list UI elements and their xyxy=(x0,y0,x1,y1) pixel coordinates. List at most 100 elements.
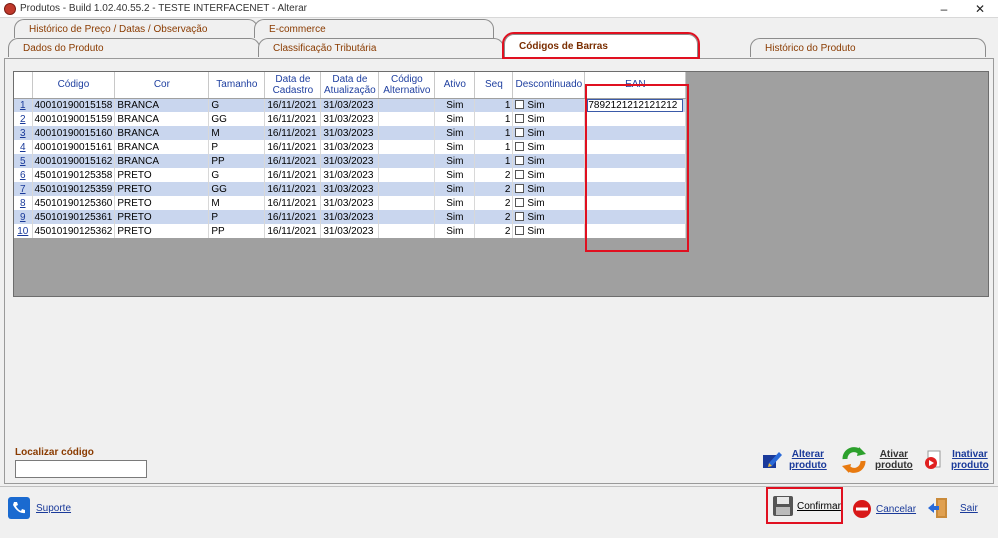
grid-cell-data-atualizacao[interactable]: 31/03/2023 xyxy=(320,168,380,182)
table-row[interactable]: 1 40010190015158 BRANCA G 16/11/2021 31/03/20… xyxy=(14,98,687,112)
grid-cell-data-cadastro[interactable]: 16/11/2021 xyxy=(264,126,322,140)
grid-cell-codigo-alternativo[interactable] xyxy=(378,224,436,238)
grid-cell-codigo-alternativo[interactable] xyxy=(378,210,436,224)
descontinuado-checkbox[interactable] xyxy=(515,127,525,137)
tab-codigos-barras[interactable]: Códigos de Barras xyxy=(502,32,700,59)
descontinuado-checkbox[interactable] xyxy=(515,211,525,221)
grid-cell-data-atualizacao[interactable]: 31/03/2023 xyxy=(320,98,380,112)
grid-cell-ean[interactable] xyxy=(584,126,687,140)
grid-cell-data-atualizacao[interactable]: 31/03/2023 xyxy=(320,154,380,168)
grid-cell-cor[interactable]: PRETO xyxy=(114,182,210,196)
grid-cell-descontinuado[interactable]: Sim xyxy=(512,154,586,168)
grid-cell-ativo[interactable]: Sim xyxy=(434,196,476,210)
grid-cell-codigo-alternativo[interactable] xyxy=(378,112,436,126)
grid-cell-rownum[interactable]: 3 xyxy=(14,126,33,140)
grid-cell-ativo[interactable]: Sim xyxy=(434,140,476,154)
grid-cell-data-cadastro[interactable]: 16/11/2021 xyxy=(264,196,322,210)
grid-cell-ean[interactable] xyxy=(584,140,687,154)
grid-cell-data-atualizacao[interactable]: 31/03/2023 xyxy=(320,112,380,126)
grid-cell-ativo[interactable]: Sim xyxy=(434,98,476,112)
close-button[interactable]: ✕ xyxy=(962,0,998,18)
grid-cell-rownum[interactable]: 10 xyxy=(14,224,33,238)
table-row[interactable]: 2 40010190015159 BRANCA GG 16/11/2021 31/03/2… xyxy=(14,112,687,126)
grid-cell-data-atualizacao[interactable]: 31/03/2023 xyxy=(320,126,380,140)
header-ean[interactable]: EAN xyxy=(584,72,687,99)
grid-cell-ativo[interactable]: Sim xyxy=(434,210,476,224)
descontinuado-checkbox[interactable] xyxy=(515,197,525,207)
table-row[interactable]: 7 45010190125359 PRETO GG 16/11/2021 31/03/20… xyxy=(14,182,687,196)
table-row[interactable]: 4 40010190015161 BRANCA P 16/11/2021 31/03/20… xyxy=(14,140,687,154)
descontinuado-checkbox[interactable] xyxy=(515,99,525,109)
header-tamanho[interactable]: Tamanho xyxy=(208,72,266,99)
grid-cell-descontinuado[interactable]: Sim xyxy=(512,98,586,112)
grid-cell-codigo[interactable]: 40010190015159 xyxy=(32,112,116,126)
grid-cell-tamanho[interactable]: GG xyxy=(208,182,266,196)
table-row[interactable]: 6 45010190125358 PRETO G 16/11/2021 31/03/202… xyxy=(14,168,687,182)
grid-cell-data-cadastro[interactable]: 16/11/2021 xyxy=(264,154,322,168)
grid-cell-codigo[interactable]: 40010190015160 xyxy=(32,126,116,140)
descontinuado-checkbox[interactable] xyxy=(515,141,525,151)
grid-cell-cor[interactable]: BRANCA xyxy=(114,98,210,112)
grid-cell-tamanho[interactable]: M xyxy=(208,126,266,140)
header-codigo-alternativo[interactable]: Código Alternativo xyxy=(378,72,436,99)
header-descontinuado[interactable]: Descontinuado xyxy=(512,72,586,99)
grid-cell-data-atualizacao[interactable]: 31/03/2023 xyxy=(320,210,380,224)
grid-cell-tamanho[interactable]: GG xyxy=(208,112,266,126)
cancelar-button[interactable]: Cancelar xyxy=(852,499,916,519)
header-ativo[interactable]: Ativo xyxy=(434,72,476,99)
grid-cell-data-cadastro[interactable]: 16/11/2021 xyxy=(264,168,322,182)
grid-cell-data-atualizacao[interactable]: 31/03/2023 xyxy=(320,196,380,210)
grid-cell-cor[interactable]: BRANCA xyxy=(114,112,210,126)
grid-cell-seq[interactable]: 2 xyxy=(474,210,514,224)
table-row[interactable]: 3 40010190015160 BRANCA M 16/11/2021 31/03/20… xyxy=(14,126,687,140)
ativar-produto-button[interactable]: Ativar produto xyxy=(839,445,913,475)
grid-cell-codigo[interactable]: 45010190125362 xyxy=(32,224,116,238)
minimize-button[interactable]: – xyxy=(926,0,962,18)
grid-cell-cor[interactable]: PRETO xyxy=(114,210,210,224)
table-row[interactable]: 9 45010190125361 PRETO P 16/11/2021 31/03/202… xyxy=(14,210,687,224)
grid-cell-ativo[interactable]: Sim xyxy=(434,224,476,238)
grid-cell-seq[interactable]: 2 xyxy=(474,168,514,182)
grid-cell-cor[interactable]: PRETO xyxy=(114,224,210,238)
grid-cell-cor[interactable]: PRETO xyxy=(114,196,210,210)
grid-cell-tamanho[interactable]: G xyxy=(208,168,266,182)
grid-cell-data-atualizacao[interactable]: 31/03/2023 xyxy=(320,140,380,154)
grid-cell-codigo[interactable]: 40010190015161 xyxy=(32,140,116,154)
grid-cell-descontinuado[interactable]: Sim xyxy=(512,168,586,182)
tab-historico-produto[interactable]: Histórico do Produto xyxy=(750,38,986,57)
grid-cell-cor[interactable]: BRANCA xyxy=(114,154,210,168)
grid-cell-ean[interactable] xyxy=(584,182,687,196)
grid-cell-descontinuado[interactable]: Sim xyxy=(512,182,586,196)
grid-cell-codigo[interactable]: 40010190015158 xyxy=(32,98,116,112)
grid-cell-tamanho[interactable]: PP xyxy=(208,224,266,238)
table-row[interactable]: 8 45010190125360 PRETO M 16/11/2021 31/03/202… xyxy=(14,196,687,210)
grid-cell-seq[interactable]: 1 xyxy=(474,140,514,154)
grid-cell-codigo-alternativo[interactable] xyxy=(378,126,436,140)
confirmar-button[interactable]: Confirmar xyxy=(772,495,841,517)
grid-cell-descontinuado[interactable]: Sim xyxy=(512,196,586,210)
grid-cell-rownum[interactable]: 7 xyxy=(14,182,33,196)
grid-cell-codigo-alternativo[interactable] xyxy=(378,154,436,168)
grid-cell-ean[interactable] xyxy=(584,112,687,126)
grid-cell-data-cadastro[interactable]: 16/11/2021 xyxy=(264,140,322,154)
grid-cell-rownum[interactable]: 2 xyxy=(14,112,33,126)
descontinuado-checkbox[interactable] xyxy=(515,225,525,235)
grid-cell-seq[interactable]: 2 xyxy=(474,196,514,210)
sair-button[interactable]: Sair xyxy=(928,497,978,519)
grid-cell-cor[interactable]: PRETO xyxy=(114,168,210,182)
grid-cell-codigo[interactable]: 45010190125359 xyxy=(32,182,116,196)
grid-cell-data-atualizacao[interactable]: 31/03/2023 xyxy=(320,182,380,196)
grid-cell-descontinuado[interactable]: Sim xyxy=(512,140,586,154)
grid-cell-tamanho[interactable]: P xyxy=(208,140,266,154)
grid-cell-ativo[interactable]: Sim xyxy=(434,154,476,168)
grid-cell-seq[interactable]: 1 xyxy=(474,98,514,112)
header-seq[interactable]: Seq xyxy=(474,72,514,99)
grid-cell-ean[interactable] xyxy=(584,168,687,182)
grid-cell-rownum[interactable]: 5 xyxy=(14,154,33,168)
grid-cell-seq[interactable]: 1 xyxy=(474,126,514,140)
grid-cell-descontinuado[interactable]: Sim xyxy=(512,210,586,224)
grid-cell-ean[interactable]: 7892121212121212 xyxy=(584,98,687,112)
grid-cell-rownum[interactable]: 8 xyxy=(14,196,33,210)
grid-cell-tamanho[interactable]: P xyxy=(208,210,266,224)
grid-cell-descontinuado[interactable]: Sim xyxy=(512,126,586,140)
